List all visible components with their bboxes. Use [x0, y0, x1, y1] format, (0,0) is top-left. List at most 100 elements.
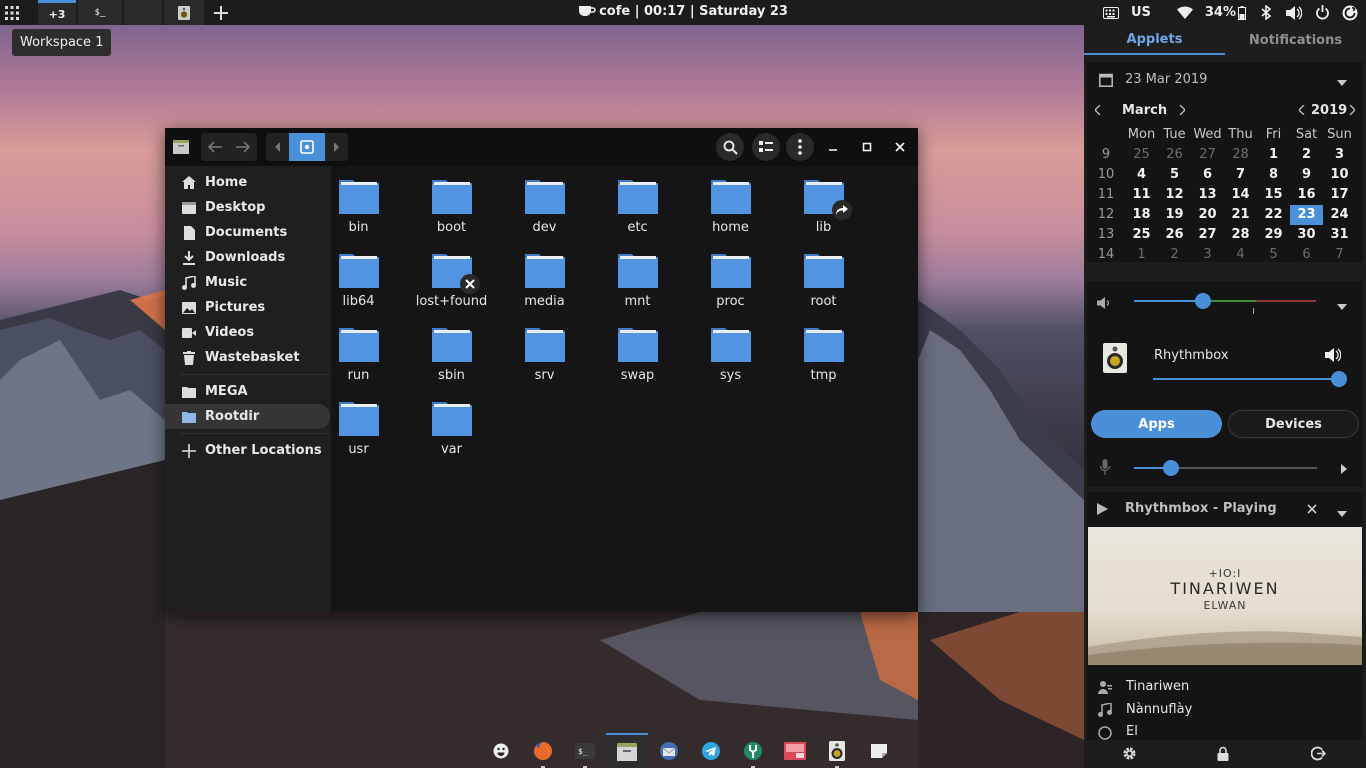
calendar-day[interactable]: 6 — [1191, 165, 1224, 185]
calendar-day[interactable]: 25 — [1125, 145, 1158, 165]
volume-icon[interactable] — [1286, 5, 1302, 21]
calendar-day[interactable]: 29 — [1257, 225, 1290, 245]
tab-applets[interactable]: Applets — [1084, 25, 1225, 55]
calendar-day[interactable]: 12 — [1158, 185, 1191, 205]
folder-item[interactable]: dev — [498, 178, 591, 252]
sidebar-item-wastebasket[interactable]: Wastebasket — [165, 345, 331, 370]
player-close-icon[interactable] — [1307, 503, 1317, 518]
folder-item[interactable]: run — [312, 326, 405, 400]
path-left-chevron-icon[interactable] — [267, 142, 289, 152]
calendar-day[interactable]: 6 — [1290, 245, 1323, 265]
dock-terminal[interactable]: $_ — [564, 733, 606, 768]
calendar-day[interactable]: 31 — [1323, 225, 1356, 245]
sound-expand-icon[interactable] — [1337, 299, 1347, 314]
dock-toolbox[interactable] — [732, 733, 774, 768]
calendar-day[interactable]: 24 — [1323, 205, 1356, 225]
calendar-day[interactable]: 21 — [1224, 205, 1257, 225]
bluetooth-icon[interactable] — [1258, 5, 1274, 21]
sidebar-item-mega[interactable]: MEGA — [165, 379, 331, 404]
master-volume-slider[interactable] — [1134, 293, 1316, 314]
calendar-day[interactable]: 4 — [1125, 165, 1158, 185]
calendar-day[interactable]: 8 — [1257, 165, 1290, 185]
path-right-chevron-icon[interactable] — [325, 142, 347, 152]
sidebar-item-documents[interactable]: Documents — [165, 220, 331, 245]
next-year-icon[interactable] — [1349, 104, 1356, 119]
clock[interactable]: cofe | 00:17 | Saturday 23 — [578, 4, 788, 19]
folder-item[interactable]: boot — [405, 178, 498, 252]
calendar-day[interactable]: 7 — [1224, 165, 1257, 185]
calendar-day[interactable]: 26 — [1158, 145, 1191, 165]
tab-notifications[interactable]: Notifications — [1225, 25, 1366, 55]
forward-arrow-icon[interactable] — [229, 141, 257, 153]
app-volume-slider[interactable] — [1153, 371, 1347, 387]
mic-volume-slider[interactable] — [1134, 460, 1317, 476]
calendar-day[interactable]: 20 — [1191, 205, 1224, 225]
menu-button[interactable] — [786, 133, 814, 161]
lock-icon[interactable] — [1217, 746, 1229, 765]
calendar-day[interactable]: 11 — [1125, 185, 1158, 205]
folder-item[interactable]: home — [684, 178, 777, 252]
calendar-day[interactable]: 30 — [1290, 225, 1323, 245]
folder-item[interactable]: var — [405, 400, 498, 474]
dock-thunderbird[interactable] — [648, 733, 690, 768]
calendar-day[interactable]: 23 — [1290, 205, 1323, 225]
minimize-icon[interactable] — [824, 138, 842, 156]
calendar-day[interactable]: 17 — [1323, 185, 1356, 205]
folder-item[interactable]: sbin — [405, 326, 498, 400]
folder-item[interactable]: usr — [312, 400, 405, 474]
calendar-day[interactable]: 1 — [1125, 245, 1158, 265]
workspace-3-thumb[interactable] — [124, 0, 162, 25]
calendar-day[interactable]: 22 — [1257, 205, 1290, 225]
workspace-1-thumb[interactable]: +3 — [38, 0, 76, 25]
maximize-icon[interactable] — [858, 138, 876, 156]
folder-item[interactable]: tmp — [777, 326, 870, 400]
player-expand-icon[interactable] — [1337, 506, 1347, 521]
calendar-day[interactable]: 26 — [1158, 225, 1191, 245]
devices-button[interactable]: Devices — [1228, 410, 1359, 438]
calendar-day[interactable]: 19 — [1158, 205, 1191, 225]
sidebar-item-downloads[interactable]: Downloads — [165, 245, 331, 270]
sidebar-item-home[interactable]: Home — [165, 170, 331, 195]
calendar-day[interactable]: 27 — [1191, 225, 1224, 245]
folder-item[interactable]: lib — [777, 178, 870, 252]
dock-rhythmbox[interactable] — [816, 733, 858, 768]
folder-item[interactable]: bin — [312, 178, 405, 252]
back-arrow-icon[interactable] — [201, 141, 229, 153]
mic-volume-knob[interactable] — [1163, 460, 1179, 476]
logout-icon[interactable] — [1310, 746, 1327, 765]
calendar-expand-icon[interactable] — [1337, 75, 1347, 90]
keyboard-layout[interactable]: US — [1131, 5, 1151, 20]
calendar-day[interactable]: 27 — [1191, 145, 1224, 165]
folder-item[interactable]: proc — [684, 252, 777, 326]
folder-item[interactable]: swap — [591, 326, 684, 400]
calendar-day[interactable]: 9 — [1290, 165, 1323, 185]
calendar-day[interactable]: 7 — [1323, 245, 1356, 265]
updates-icon[interactable] — [1342, 5, 1358, 21]
calendar-day[interactable]: 28 — [1224, 145, 1257, 165]
play-icon[interactable] — [1097, 503, 1108, 519]
calendar-day[interactable]: 5 — [1158, 165, 1191, 185]
folder-item[interactable]: srv — [498, 326, 591, 400]
folder-item[interactable]: lib64 — [312, 252, 405, 326]
path-root-button[interactable] — [289, 133, 325, 161]
prev-month-icon[interactable] — [1094, 104, 1101, 119]
calendar-day[interactable]: 15 — [1257, 185, 1290, 205]
folder-item[interactable]: root — [777, 252, 870, 326]
calendar-day[interactable]: 3 — [1191, 245, 1224, 265]
apps-button[interactable]: Apps — [1091, 410, 1222, 438]
folder-item[interactable]: sys — [684, 326, 777, 400]
battery[interactable]: 34% — [1205, 5, 1246, 20]
search-button[interactable] — [716, 133, 744, 161]
calendar-day[interactable]: 14 — [1224, 185, 1257, 205]
dock-firefox[interactable] — [522, 733, 564, 768]
folder-item[interactable]: media — [498, 252, 591, 326]
add-workspace-icon[interactable] — [204, 0, 238, 25]
calendar-day[interactable]: 3 — [1323, 145, 1356, 165]
calendar-day[interactable]: 25 — [1125, 225, 1158, 245]
sidebar-item-music[interactable]: Music — [165, 270, 331, 295]
folder-item[interactable]: mnt — [591, 252, 684, 326]
wifi-icon[interactable] — [1176, 5, 1193, 21]
view-options-button[interactable] — [752, 133, 780, 161]
workspace-2-thumb[interactable]: $_ — [78, 0, 122, 25]
folder-item[interactable]: lost+found — [405, 252, 498, 326]
